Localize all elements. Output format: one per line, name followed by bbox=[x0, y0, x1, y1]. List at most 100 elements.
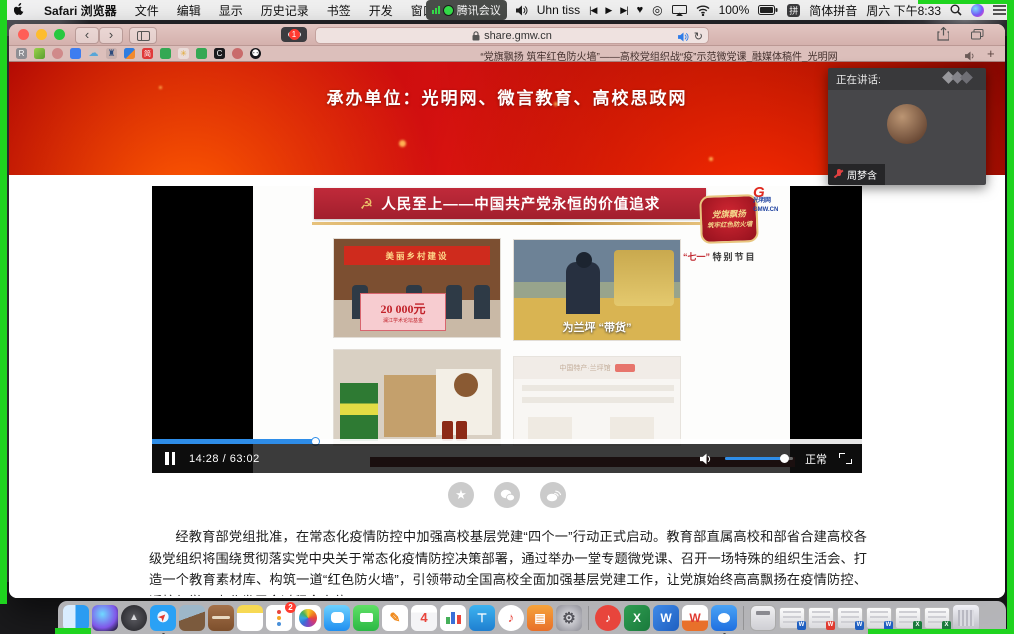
dock-launchpad-icon[interactable]: ▲ bbox=[121, 605, 147, 631]
new-tab-button[interactable]: + bbox=[987, 46, 995, 61]
wechat-share-icon[interactable] bbox=[494, 482, 520, 508]
bookmark-favicon-red-circle2[interactable] bbox=[232, 48, 243, 59]
video-player[interactable]: ☭ 人民至上——中国共产党永恒的价值追求 党旗飘扬 筑牢红色防火墙 “七一” 特… bbox=[152, 186, 862, 473]
menu-item-history[interactable]: 历史记录 bbox=[261, 2, 309, 19]
sidebar-button[interactable] bbox=[129, 27, 157, 44]
dock-notes-icon[interactable] bbox=[237, 605, 263, 631]
meeting-overlay-header: 正在讲话: bbox=[828, 68, 986, 90]
forward-button[interactable]: › bbox=[99, 27, 123, 44]
music-disc-icon[interactable]: ◎ bbox=[652, 3, 662, 17]
tab-overview-button[interactable] bbox=[965, 26, 989, 42]
airplay-display-icon[interactable] bbox=[672, 5, 687, 16]
spotlight-search-icon[interactable] bbox=[950, 4, 962, 16]
dock-separator-2 bbox=[743, 606, 744, 630]
back-button[interactable]: ‹ bbox=[75, 27, 99, 44]
bookmark-favicon-leaf[interactable] bbox=[34, 48, 45, 59]
dock-messages-icon[interactable] bbox=[324, 605, 350, 631]
active-tab-title[interactable]: “党旗飘扬 筑牢红色防火墙”——高校党组织战“疫”示范微党课_融媒体稿件_光明网 bbox=[429, 48, 889, 63]
dock-siri-icon[interactable] bbox=[92, 605, 118, 631]
bookmark-favicon-github[interactable]: ⚉ bbox=[250, 48, 261, 59]
dock-reminders-icon[interactable]: 2 bbox=[266, 605, 292, 631]
menu-bar: Safari 浏览器 文件 编辑 显示 历史记录 书签 开发 窗口 帮助 腾讯会… bbox=[0, 0, 1014, 20]
bookmark-favicon-r[interactable]: R bbox=[16, 48, 27, 59]
menu-item-file[interactable]: 文件 bbox=[135, 2, 159, 19]
minimized-window-5[interactable]: X bbox=[895, 607, 921, 629]
bookmark-favicon-jian[interactable]: 简 bbox=[142, 48, 153, 59]
bookmark-favicon-sheets2[interactable] bbox=[196, 48, 207, 59]
favorite-heart-icon[interactable]: ♥ bbox=[637, 4, 644, 16]
dock-keynote-icon[interactable]: ⊤ bbox=[469, 605, 495, 631]
dock-contacts-icon[interactable] bbox=[208, 605, 234, 631]
pause-button[interactable] bbox=[165, 452, 175, 465]
dock-wps-icon[interactable]: W bbox=[682, 605, 708, 631]
tab-audio-icon[interactable] bbox=[678, 32, 689, 42]
volume-slider[interactable] bbox=[725, 457, 793, 460]
bookmark-favicon-cloud[interactable]: ☁ bbox=[88, 48, 99, 59]
dock-safari-icon[interactable]: ➤ bbox=[150, 605, 176, 631]
menu-item-edit[interactable]: 编辑 bbox=[177, 2, 201, 19]
window-close-button[interactable] bbox=[18, 29, 29, 40]
menu-item-view[interactable]: 显示 bbox=[219, 2, 243, 19]
playback-speed-button[interactable]: 正常 bbox=[805, 451, 827, 467]
dock-netease-music-icon[interactable]: ♪ bbox=[595, 605, 621, 631]
dock-system-preferences-icon[interactable]: ⚙ bbox=[556, 605, 582, 631]
dock-books-icon[interactable]: ▤ bbox=[527, 605, 553, 631]
bookmark-favicon-sheets1[interactable] bbox=[160, 48, 171, 59]
minimized-window-4[interactable]: W bbox=[866, 607, 892, 629]
dock-word-icon[interactable]: W bbox=[653, 605, 679, 631]
notification-center-icon[interactable] bbox=[993, 5, 1006, 15]
address-bar[interactable]: share.gmw.cn ↻ bbox=[315, 27, 709, 44]
dock-tencent-meeting-icon[interactable] bbox=[711, 605, 737, 631]
bookmark-favicon-red-circle[interactable] bbox=[52, 48, 63, 59]
check-amount: 20 000元 bbox=[380, 300, 425, 317]
dock-pages-icon[interactable]: ✎ bbox=[382, 605, 408, 631]
siri-icon[interactable] bbox=[971, 4, 984, 17]
menubar-clock[interactable]: 周六 下午8:33 bbox=[866, 2, 941, 19]
wifi-icon[interactable] bbox=[696, 5, 710, 16]
dock-finder-icon[interactable] bbox=[63, 605, 89, 631]
dock-calendar-icon[interactable]: 4 bbox=[411, 605, 437, 631]
bookmark-favicon-blue-app[interactable] bbox=[70, 48, 81, 59]
minimized-window-1[interactable]: W bbox=[779, 607, 805, 629]
weibo-share-icon[interactable] bbox=[540, 482, 566, 508]
share-button[interactable] bbox=[931, 26, 955, 42]
window-zoom-button[interactable] bbox=[54, 29, 65, 40]
minimized-window-6[interactable]: X bbox=[924, 607, 950, 629]
fullscreen-button[interactable] bbox=[839, 453, 852, 464]
check-subtitle: 澜江学术论坛基金 bbox=[383, 317, 423, 324]
media-previous-button[interactable]: |◀ bbox=[589, 5, 596, 16]
bookmark-favicon-emblem[interactable]: ♜ bbox=[106, 48, 117, 59]
dock-itunes-icon[interactable]: ♪ bbox=[498, 605, 524, 631]
minimized-window-2[interactable]: W bbox=[808, 607, 834, 629]
extension-button[interactable]: 1 bbox=[281, 27, 307, 42]
menu-app-name[interactable]: Safari 浏览器 bbox=[44, 2, 117, 19]
dock-trash-icon[interactable] bbox=[953, 605, 979, 631]
dock-preview-icon[interactable] bbox=[179, 605, 205, 631]
media-next-button[interactable]: ▶| bbox=[620, 5, 627, 16]
dock-document-icon[interactable] bbox=[750, 605, 776, 631]
bookmark-favicon-asterisk[interactable]: ✳ bbox=[178, 48, 189, 59]
qzone-share-icon[interactable]: ★ bbox=[448, 482, 474, 508]
dock-numbers-icon[interactable] bbox=[440, 605, 466, 631]
dock-facetime-icon[interactable] bbox=[353, 605, 379, 631]
window-minimize-button[interactable] bbox=[36, 29, 47, 40]
bookmark-favicon-split[interactable] bbox=[124, 48, 135, 59]
apple-menu-icon[interactable] bbox=[14, 3, 26, 17]
dock-separator bbox=[588, 606, 589, 630]
volume-handle[interactable] bbox=[780, 454, 789, 463]
media-play-button[interactable]: ▶ bbox=[605, 5, 611, 16]
input-method-label[interactable]: 简体拼音 bbox=[809, 2, 857, 19]
participant-avatar bbox=[887, 104, 927, 144]
input-method-icon[interactable]: 拼 bbox=[787, 4, 800, 17]
dock-excel-icon[interactable]: X bbox=[624, 605, 650, 631]
minimized-window-3[interactable]: W bbox=[837, 607, 863, 629]
dock: ▲ ➤ 2 ✎ 4 ⊤ ♪ ▤ ⚙ ♪ X W W W W W W X X bbox=[58, 601, 1006, 634]
reload-button[interactable]: ↻ bbox=[694, 30, 703, 43]
volume-icon[interactable] bbox=[700, 453, 713, 465]
menu-item-bookmarks[interactable]: 书签 bbox=[327, 2, 351, 19]
dock-photos-icon[interactable] bbox=[295, 605, 321, 631]
menu-item-develop[interactable]: 开发 bbox=[369, 2, 393, 19]
bookmark-favicon-caret[interactable]: C bbox=[214, 48, 225, 59]
tencent-meeting-status-pill[interactable]: 腾讯会议 bbox=[426, 0, 507, 20]
meeting-overlay-window[interactable]: 正在讲话: 周梦含 bbox=[828, 68, 986, 185]
